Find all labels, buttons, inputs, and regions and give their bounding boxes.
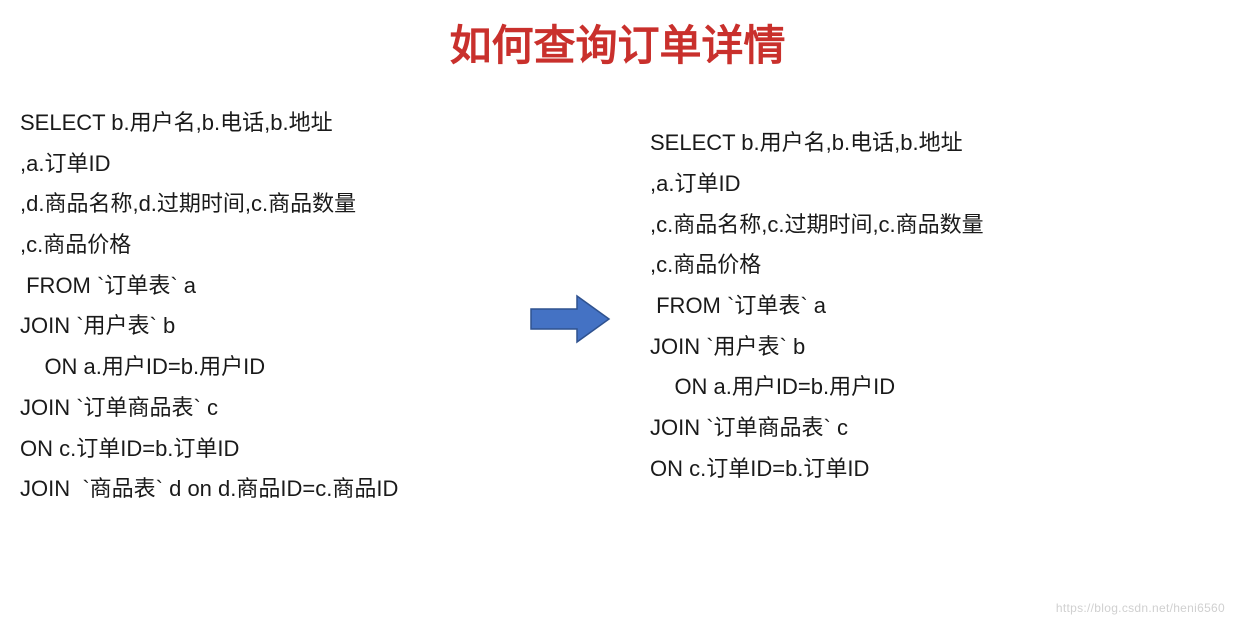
watermark: https://blog.csdn.net/heni6560 [1056, 601, 1225, 615]
arrow-column [500, 264, 640, 349]
sql-code-before: SELECT b.用户名,b.电话,b.地址 ,a.订单ID ,d.商品名称,d… [20, 103, 500, 510]
content-row: SELECT b.用户名,b.电话,b.地址 ,a.订单ID ,d.商品名称,d… [0, 103, 1235, 510]
arrow-right-icon [529, 294, 611, 349]
page-title: 如何查询订单详情 [0, 0, 1235, 103]
sql-code-after: SELECT b.用户名,b.电话,b.地址 ,a.订单ID ,c.商品名称,c… [640, 123, 1215, 489]
